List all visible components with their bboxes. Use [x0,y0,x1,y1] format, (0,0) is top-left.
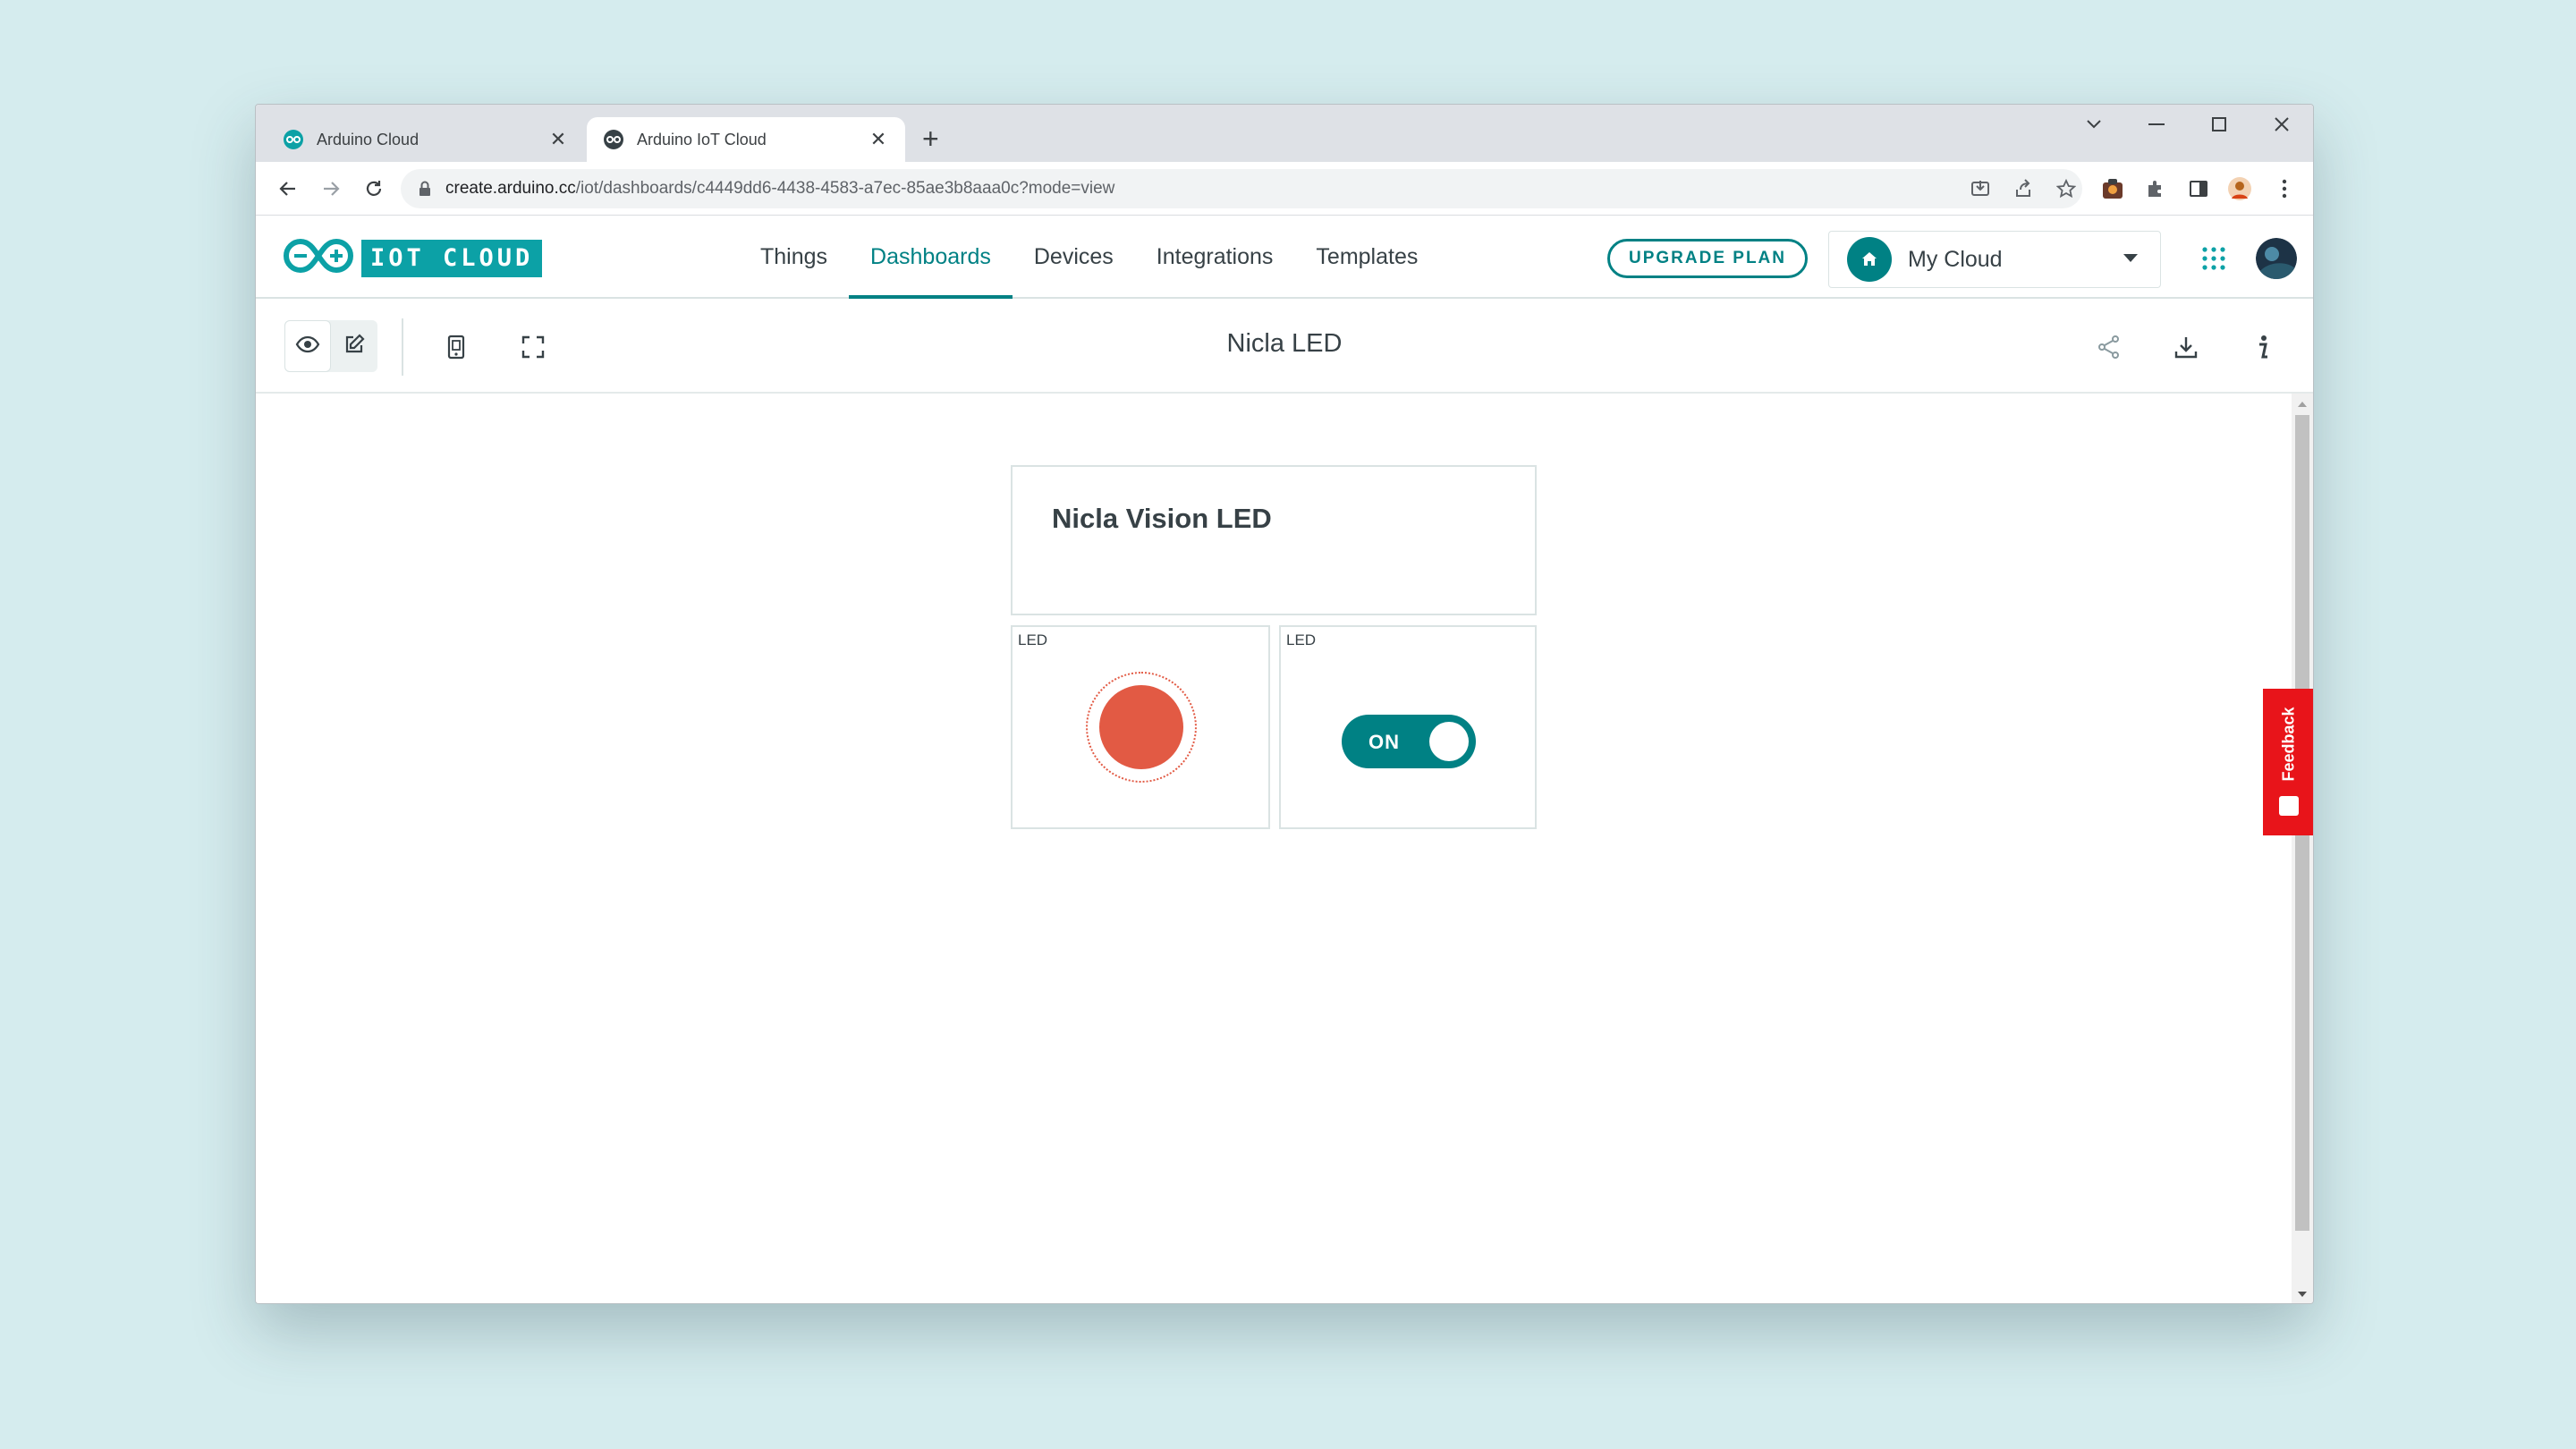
tab-close-icon[interactable]: ✕ [868,128,889,151]
back-arrow-icon[interactable] [274,174,302,203]
main-nav: Things Dashboards Devices Integrations T… [739,216,1439,299]
scrollbar[interactable] [2292,394,2313,1303]
led-widget[interactable]: LED [1011,625,1270,829]
tab-close-icon[interactable]: ✕ [547,128,569,151]
browser-menu-kebab-icon[interactable] [2270,174,2299,203]
feedback-tab[interactable]: Feedback [2263,689,2313,835]
toggle-state-label: ON [1368,731,1400,753]
minimize-icon[interactable] [2125,105,2188,144]
nav-things[interactable]: Things [739,216,849,297]
nav-templates[interactable]: Templates [1294,216,1439,297]
close-window-icon[interactable] [2250,105,2313,144]
led-light-icon [1099,685,1183,769]
share-icon[interactable] [2091,329,2127,365]
tab-title: Arduino Cloud [317,130,419,148]
tab-arduino-cloud[interactable]: Arduino Cloud ✕ [267,117,585,162]
app-header: IOT CLOUD Things Dashboards Devices Inte… [256,216,2313,299]
switch-widget[interactable]: LED ON [1279,625,1537,829]
window-controls [2063,105,2313,144]
home-icon [1847,237,1892,282]
arduino-favicon-icon [603,129,624,150]
logo-text: IOT CLOUD [361,239,543,277]
feedback-label: Feedback [2279,707,2298,782]
toggle-knob [1429,722,1469,761]
forward-arrow-icon[interactable] [317,174,345,203]
space-label: My Cloud [1908,246,2003,272]
url-text[interactable]: create.arduino.cc/iot/dashboards/c4449dd… [445,179,1114,199]
tab-strip: Arduino Cloud ✕ Arduino IoT Cloud ✕ + [256,105,2313,162]
scroll-down-arrow-icon[interactable] [2292,1285,2313,1303]
extension-icon[interactable] [2098,174,2127,203]
widget-title-text: Nicla Vision LED [1052,503,1272,534]
nav-devices[interactable]: Devices [1013,216,1135,297]
browser-window: Arduino Cloud ✕ Arduino IoT Cloud ✕ + cr… [255,104,2314,1304]
tab-title: Arduino IoT Cloud [637,130,767,148]
scroll-up-arrow-icon[interactable] [2292,395,2313,413]
download-icon[interactable] [2168,329,2204,365]
apps-grid-icon[interactable] [2197,242,2231,275]
space-selector[interactable]: My Cloud [1828,231,2161,288]
arduino-favicon-icon [283,129,304,150]
user-avatar[interactable] [2256,238,2297,279]
reload-icon[interactable] [360,174,388,203]
tab-search-chevron-icon[interactable] [2063,105,2125,144]
nav-integrations[interactable]: Integrations [1135,216,1295,297]
extensions-puzzle-icon[interactable] [2141,174,2170,203]
share-page-icon[interactable] [2011,176,2036,201]
browser-toolbar: create.arduino.cc/iot/dashboards/c4449dd… [256,162,2313,216]
led-widget-label: LED [1018,631,1048,648]
arduino-infinity-icon [283,236,354,280]
dashboard-toolbar: Nicla LED [256,299,2313,394]
maximize-icon[interactable] [2188,105,2250,144]
upgrade-plan-button[interactable]: UPGRADE PLAN [1607,239,1808,278]
profile-avatar-icon[interactable] [2225,174,2254,203]
nav-dashboards[interactable]: Dashboards [849,216,1013,299]
url-path: /iot/dashboards/c4449dd6-4438-4583-a7ec-… [575,179,1115,198]
address-bar[interactable]: create.arduino.cc/iot/dashboards/c4449dd… [401,169,2082,208]
new-tab-plus-icon[interactable]: + [922,121,939,157]
iot-cloud-logo[interactable]: IOT CLOUD [283,236,543,280]
bookmark-star-icon[interactable] [2054,176,2079,201]
lock-icon[interactable] [419,181,431,197]
info-icon[interactable] [2245,329,2281,365]
caret-down-icon [2123,251,2139,267]
title-widget[interactable]: Nicla Vision LED [1011,465,1537,615]
install-app-icon[interactable] [1968,176,1993,201]
tab-arduino-iot-cloud[interactable]: Arduino IoT Cloud ✕ [587,117,905,162]
url-host: create.arduino.cc [445,179,576,198]
dashboard-title: Nicla LED [1226,329,1343,358]
led-toggle-switch[interactable]: ON [1342,715,1476,768]
feedback-chat-icon [2279,796,2299,816]
side-panel-icon[interactable] [2184,174,2213,203]
switch-widget-label: LED [1286,631,1317,648]
led-indicator [1086,672,1197,783]
